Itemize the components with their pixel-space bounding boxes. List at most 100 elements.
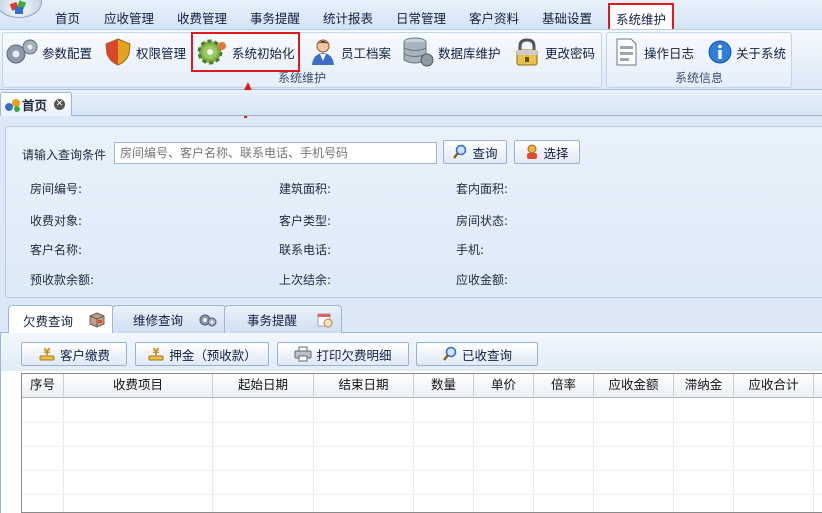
box-icon bbox=[89, 312, 105, 328]
ribbon: 参数配置 权限管理 系统初始化 员工档案 数据库维护 更改密码 系统维护 操作日… bbox=[0, 30, 822, 90]
tab-repair-query[interactable]: 维修查询 bbox=[112, 305, 226, 333]
tab-affairs-reminder[interactable]: 事务提醒 bbox=[224, 305, 342, 333]
paid-query-label: 已收查询 bbox=[461, 347, 512, 363]
yen-coin-icon: ¥ bbox=[39, 347, 55, 361]
document-tab-bar: 首页 ✕ bbox=[0, 90, 822, 116]
tab-home-label: 首页 bbox=[22, 98, 48, 113]
printer-icon bbox=[294, 346, 312, 362]
menu-reminders[interactable]: 事务提醒 bbox=[250, 8, 300, 27]
field-contact-phone: 联系电话: bbox=[279, 243, 332, 257]
menu-bar: 首页 应收管理 收费管理 事务提醒 统计报表 日常管理 客户资料 基础设置 系统… bbox=[0, 0, 822, 30]
col-index[interactable]: 序号 bbox=[22, 374, 64, 398]
operation-log-label: 操作日志 bbox=[644, 45, 695, 61]
operation-log-button[interactable]: 操作日志 bbox=[611, 35, 694, 69]
staff-records-button[interactable]: 员工档案 bbox=[308, 35, 391, 69]
gear-icon bbox=[197, 39, 226, 65]
print-arrears-button[interactable]: 打印欠费明细 bbox=[277, 342, 409, 366]
ribbon-group-info: 操作日志 关于系统 系统信息 bbox=[606, 32, 792, 88]
permission-button[interactable]: 权限管理 bbox=[103, 35, 186, 69]
padlock-icon bbox=[516, 38, 538, 66]
tools-icon bbox=[199, 314, 217, 327]
grid-line bbox=[22, 494, 822, 495]
print-arrears-label: 打印欠费明细 bbox=[316, 347, 392, 363]
svg-text:¥: ¥ bbox=[44, 347, 51, 358]
system-init-label: 系统初始化 bbox=[232, 45, 295, 61]
paid-query-button[interactable]: 已收查询 bbox=[416, 342, 538, 366]
col-total-due[interactable]: 应收合计 bbox=[734, 374, 814, 398]
tab-arrears-label: 欠费查询 bbox=[23, 313, 74, 329]
grid-line bbox=[22, 446, 822, 447]
svg-text:¥: ¥ bbox=[153, 347, 160, 358]
field-customer-name: 客户名称: bbox=[30, 243, 83, 257]
menu-charges[interactable]: 收费管理 bbox=[177, 8, 227, 27]
col-amount-due[interactable]: 应收金额 bbox=[594, 374, 674, 398]
field-amount-due: 应收金额: bbox=[456, 273, 509, 287]
customer-payment-button[interactable]: ¥ 客户缴费 bbox=[21, 342, 127, 366]
select-person-icon bbox=[527, 144, 538, 159]
ribbon-group-label-info: 系统信息 bbox=[674, 71, 723, 85]
action-toolbar: ¥ 客户缴费 ¥ 押金（预收款） 打印欠费明细 已收查询 bbox=[1, 333, 822, 371]
sub-tab-bar: 欠费查询 维修查询 事务提醒 bbox=[0, 305, 822, 334]
system-init-button[interactable]: 系统初始化 bbox=[191, 32, 300, 72]
select-button[interactable]: 选择 bbox=[514, 140, 580, 164]
about-system-label: 关于系统 bbox=[736, 45, 787, 61]
document-icon bbox=[616, 38, 637, 66]
change-password-button[interactable]: 更改密码 bbox=[512, 35, 595, 69]
customer-payment-label: 客户缴费 bbox=[59, 347, 110, 363]
field-prepaid-balance: 预收款余额: bbox=[30, 273, 95, 287]
yen-coin-icon: ¥ bbox=[148, 347, 164, 361]
menu-home[interactable]: 首页 bbox=[55, 8, 80, 27]
app-logo-icon bbox=[10, 0, 27, 14]
search-button[interactable]: 查询 bbox=[443, 140, 507, 164]
field-room-number: 房间编号: bbox=[30, 182, 83, 196]
db-maintenance-button[interactable]: 数据库维护 bbox=[401, 35, 501, 69]
col-late-fee[interactable]: 滞纳金 bbox=[674, 374, 734, 398]
user-icon bbox=[312, 39, 334, 65]
field-charge-target: 收费对象: bbox=[30, 214, 83, 228]
query-prompt: 请输入查询条件 bbox=[22, 148, 107, 162]
field-building-area: 建筑面积: bbox=[279, 182, 332, 196]
database-icon bbox=[403, 37, 434, 67]
col-rate[interactable]: 倍率 bbox=[534, 374, 594, 398]
menu-settings[interactable]: 基础设置 bbox=[542, 8, 592, 27]
col-unit-price[interactable]: 单价 bbox=[474, 374, 534, 398]
col-start-date[interactable]: 起始日期 bbox=[213, 374, 314, 398]
app-menu-button[interactable] bbox=[0, 0, 42, 18]
gears-icon bbox=[6, 39, 38, 64]
grid-line bbox=[22, 470, 822, 471]
about-system-button[interactable]: 关于系统 bbox=[707, 35, 786, 69]
arrears-table[interactable]: 序号 收费项目 起始日期 结束日期 数量 单价 倍率 应收金额 滞纳金 应收合计 bbox=[21, 373, 822, 513]
search-icon bbox=[453, 144, 467, 159]
search-input[interactable] bbox=[114, 142, 437, 164]
field-room-status: 房间状态: bbox=[456, 214, 509, 228]
db-maintenance-label: 数据库维护 bbox=[438, 45, 501, 61]
col-charge-item[interactable]: 收费项目 bbox=[64, 374, 213, 398]
search-button-label: 查询 bbox=[472, 145, 498, 161]
param-config-button[interactable]: 参数配置 bbox=[5, 35, 92, 69]
col-quantity[interactable]: 数量 bbox=[414, 374, 474, 398]
close-icon[interactable]: ✕ bbox=[54, 99, 65, 110]
select-button-label: 选择 bbox=[543, 145, 569, 161]
ribbon-group-label-maintenance: 系统维护 bbox=[277, 71, 326, 85]
field-last-balance: 上次结余: bbox=[279, 273, 332, 287]
staff-records-label: 员工档案 bbox=[341, 45, 392, 61]
menu-receivables[interactable]: 应收管理 bbox=[104, 8, 154, 27]
deposit-button[interactable]: ¥ 押金（预收款） bbox=[135, 342, 269, 366]
menu-customers[interactable]: 客户资料 bbox=[469, 8, 519, 27]
search-icon bbox=[443, 346, 457, 361]
menu-reports[interactable]: 统计报表 bbox=[323, 8, 373, 27]
permission-label: 权限管理 bbox=[136, 45, 187, 61]
col-end-date[interactable]: 结束日期 bbox=[314, 374, 414, 398]
tab-home[interactable]: 首页 ✕ bbox=[0, 92, 72, 116]
home-tab-icon bbox=[5, 98, 20, 112]
field-customer-type: 客户类型: bbox=[279, 214, 332, 228]
tab-arrears-query[interactable]: 欠费查询 bbox=[8, 305, 114, 334]
grid-line bbox=[22, 422, 822, 423]
shield-icon bbox=[105, 38, 131, 66]
param-config-label: 参数配置 bbox=[42, 45, 93, 61]
menu-daily[interactable]: 日常管理 bbox=[396, 8, 446, 27]
table-header: 序号 收费项目 起始日期 结束日期 数量 单价 倍率 应收金额 滞纳金 应收合计 bbox=[22, 374, 822, 398]
tab-affairs-label: 事务提醒 bbox=[247, 313, 298, 328]
menu-system-maintenance[interactable]: 系统维护 bbox=[608, 3, 675, 29]
tab-repair-label: 维修查询 bbox=[133, 313, 184, 328]
